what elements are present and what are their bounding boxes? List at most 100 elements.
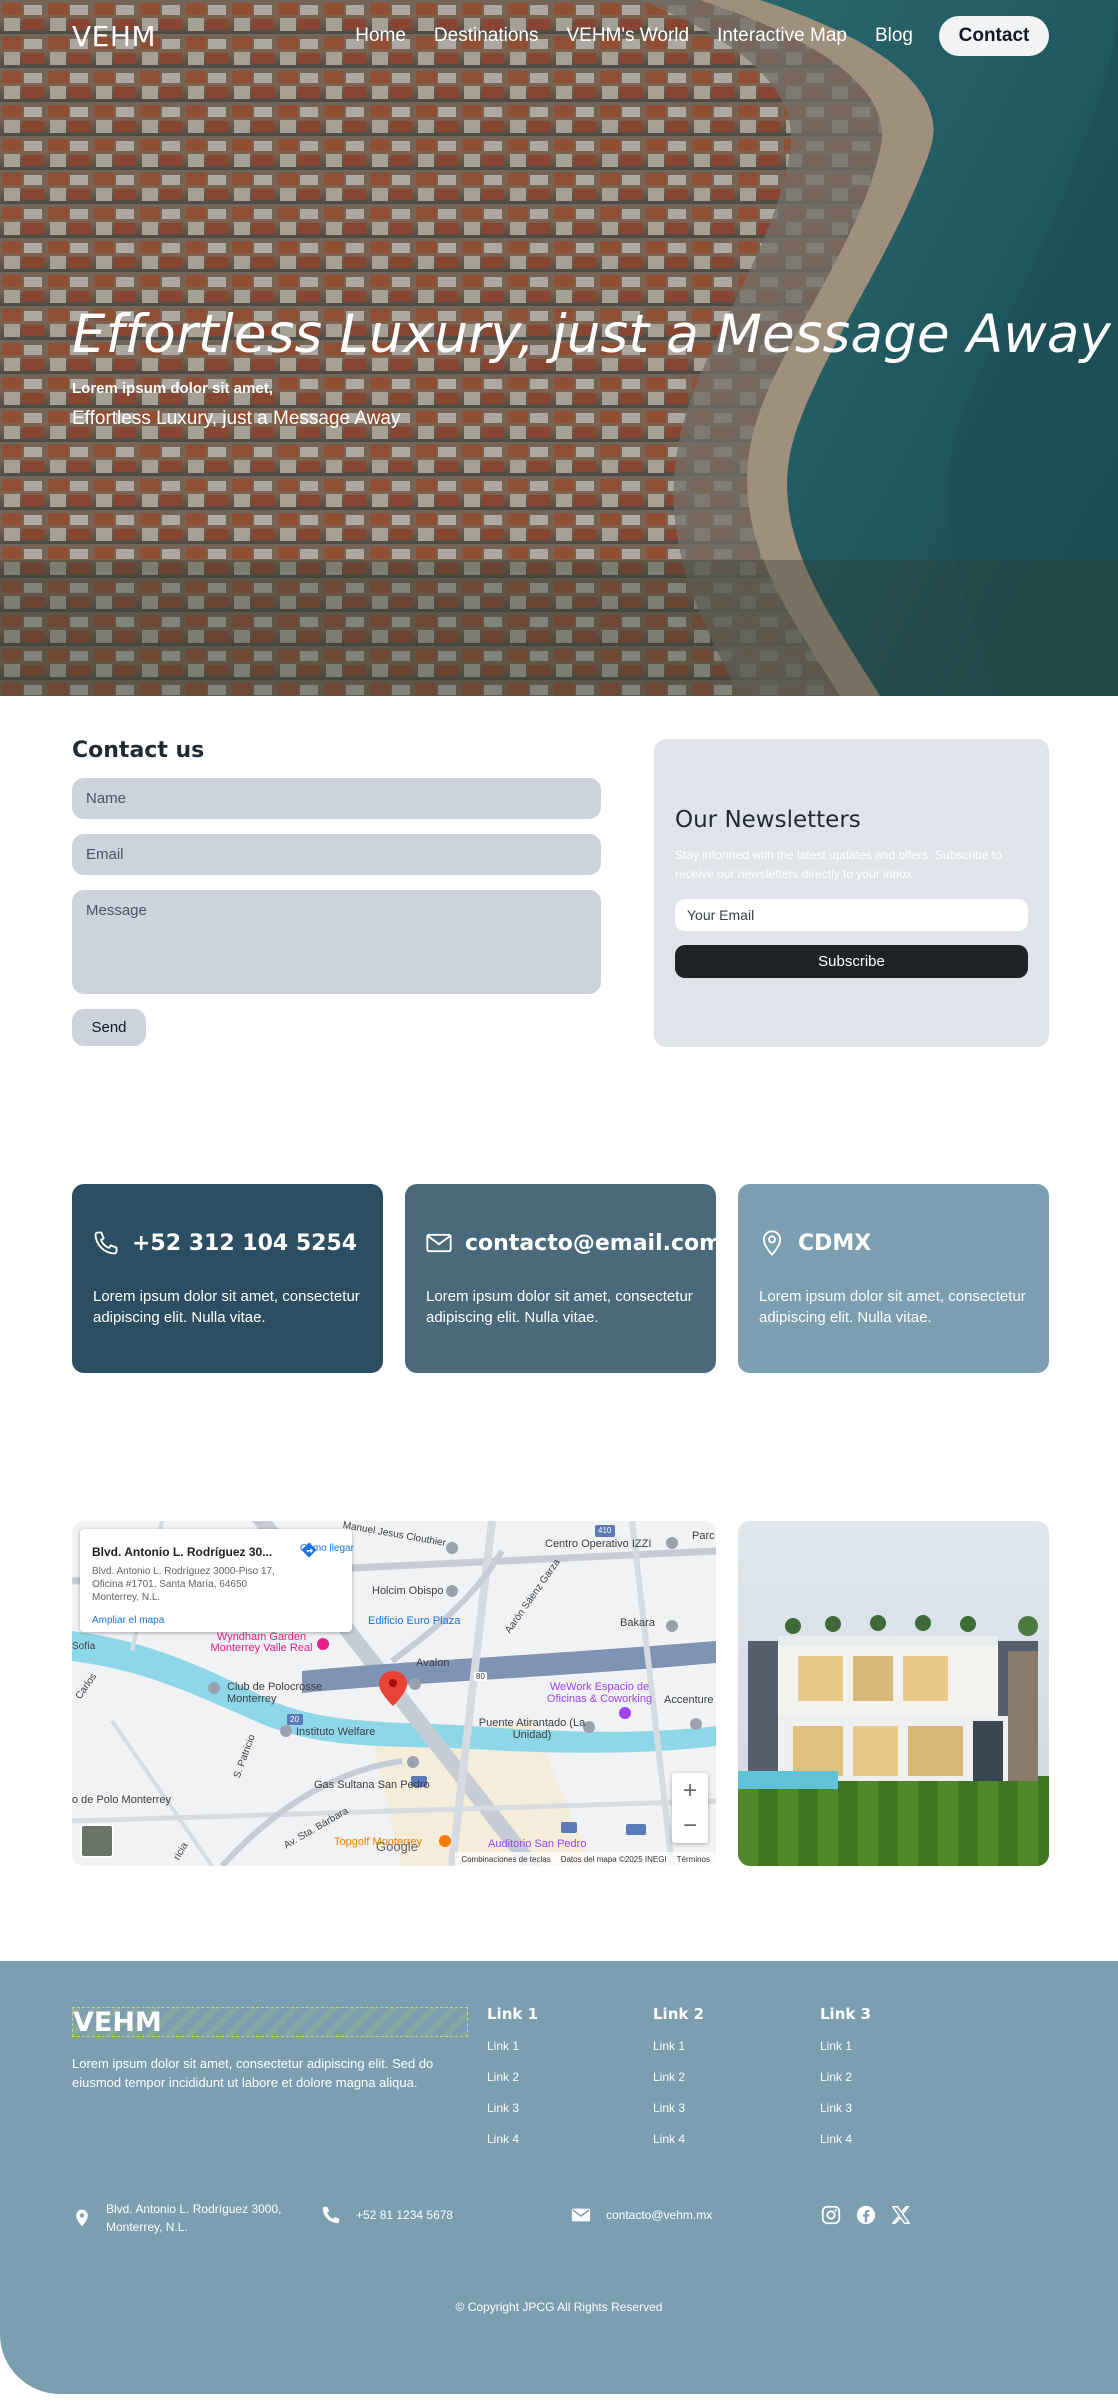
footer-address-text: Blvd. Antonio L. Rodríguez 3000, Monterr…: [106, 2202, 282, 2234]
map-label-bakara: Bakara: [620, 1617, 655, 1629]
footer-phone: +52 81 1234 5678: [320, 2204, 453, 2226]
footer-address: Blvd. Antonio L. Rodríguez 3000, Monterr…: [72, 2200, 302, 2236]
footer-link[interactable]: Link 1: [487, 2039, 538, 2053]
hero-subtitle-bold: Lorem ipsum dolor sit amet,: [72, 380, 273, 397]
send-button[interactable]: Send: [72, 1009, 146, 1046]
zoom-out-button[interactable]: −: [672, 1808, 708, 1843]
map-label-parc: Parc: [692, 1530, 715, 1542]
house-image: [738, 1521, 1049, 1866]
footer-description: Lorem ipsum dolor sit amet, consectetur …: [72, 2056, 434, 2090]
newsletter-panel: Our Newsletters Stay informed with the l…: [654, 739, 1049, 1047]
footer-column-2: Link 2 Link 1 Link 2 Link 3 Link 4: [653, 2005, 704, 2163]
nav-link-vehms-world[interactable]: VEHM's World: [566, 25, 689, 47]
map-shield-20: 20: [290, 1715, 299, 1724]
map-label-welfare: Instituto Welfare: [296, 1726, 376, 1738]
newsletter-description: Stay informed with the latest updates an…: [675, 848, 1002, 881]
phone-icon: [322, 2206, 340, 2224]
nav-link-blog[interactable]: Blog: [875, 25, 913, 47]
zoom-in-button[interactable]: +: [672, 1773, 708, 1808]
newsletter-title: Our Newsletters: [675, 807, 861, 833]
map-label-avalon: Avalon: [416, 1657, 450, 1669]
footer-link[interactable]: Link 2: [487, 2070, 538, 2084]
location-card-title: CDMX: [798, 1231, 872, 1256]
location-pin-icon: [762, 1230, 782, 1257]
footer-link[interactable]: Link 1: [820, 2039, 871, 2053]
directions-icon: [301, 1542, 317, 1558]
footer-link[interactable]: Link 2: [820, 2070, 871, 2084]
house-illustration: [738, 1521, 1049, 1866]
footer-logo[interactable]: VEHM: [72, 2007, 468, 2038]
mail-icon: [426, 1233, 452, 1253]
phone-icon: [94, 1231, 118, 1255]
footer-column-heading: Link 2: [653, 2005, 705, 2023]
phone-card: +52 312 104 5254 Lorem ipsum dolor sit a…: [72, 1184, 383, 1373]
google-logo: Google: [376, 1839, 418, 1854]
map-label-accenture: Accenture: [664, 1694, 714, 1706]
map-layer-toggle[interactable]: [80, 1824, 114, 1858]
footer-link[interactable]: Link 4: [487, 2132, 538, 2146]
nav-link-destinations[interactable]: Destinations: [434, 25, 539, 47]
footer-column-3: Link 3 Link 1 Link 2 Link 3 Link 4: [820, 2005, 871, 2163]
footer-phone-text[interactable]: +52 81 1234 5678: [356, 2206, 453, 2224]
location-pin-icon: [76, 2209, 88, 2227]
interactive-map[interactable]: Manuel Jesus Clouthier Centro Operativo …: [72, 1521, 716, 1866]
footer-link[interactable]: Link 3: [820, 2101, 871, 2115]
hero-section: VEHM Home Destinations VEHM's World Inte…: [0, 0, 1118, 696]
map-attribution: Combinaciones de teclas Datos del mapa ©…: [455, 1852, 716, 1866]
directions-button[interactable]: Cómo llegar: [300, 1541, 354, 1558]
site-footer: VEHM Lorem ipsum dolor sit amet, consect…: [0, 1961, 1118, 2394]
contact-form-title: Contact us: [72, 738, 205, 763]
footer-link[interactable]: Link 4: [820, 2132, 871, 2146]
map-zoom-controls: + −: [672, 1773, 708, 1843]
footer-email: contacto@vehm.mx: [570, 2204, 712, 2226]
name-field[interactable]: [72, 778, 601, 819]
location-card: CDMX Lorem ipsum dolor sit amet, consect…: [738, 1184, 1049, 1373]
map-terms-link[interactable]: Términos: [677, 1855, 710, 1864]
map-label-wyndham: Wyndham Garden Monterrey Valle Real: [210, 1631, 313, 1654]
map-shortcuts-link[interactable]: Combinaciones de teclas: [461, 1855, 550, 1864]
map-label-polocrosse: Club de Polocrosse Monterrey: [227, 1681, 323, 1705]
map-data-text: Datos del mapa ©2025 INEGI: [560, 1854, 667, 1864]
location-card-text: Lorem ipsum dolor sit amet, consectetur …: [759, 1288, 1026, 1326]
mail-icon: [571, 2208, 591, 2222]
footer-link[interactable]: Link 1: [653, 2039, 704, 2053]
site-logo[interactable]: VEHM: [72, 20, 156, 53]
map-label-sultana: Gas Sultana San Pedro: [314, 1779, 430, 1791]
top-navigation: VEHM Home Destinations VEHM's World Inte…: [72, 16, 1049, 56]
email-card-text: Lorem ipsum dolor sit amet, consectetur …: [426, 1288, 693, 1326]
phone-card-text: Lorem ipsum dolor sit amet, consectetur …: [93, 1288, 360, 1326]
instagram-icon[interactable]: [820, 2204, 842, 2226]
map-label-euro-plaza: Edificio Euro Plaza: [368, 1615, 461, 1627]
footer-link[interactable]: Link 3: [487, 2101, 538, 2115]
footer-logo-text: VEHM: [73, 2007, 162, 2038]
x-icon[interactable]: [890, 2204, 912, 2226]
contact-button[interactable]: Contact: [939, 16, 1049, 56]
email-card-title: contacto@email.com: [465, 1231, 723, 1256]
subscribe-button[interactable]: Subscribe: [675, 945, 1028, 978]
email-field[interactable]: [72, 834, 601, 875]
map-label-auditorio: Auditorio San Pedro: [488, 1838, 587, 1850]
nav-link-home[interactable]: Home: [355, 25, 406, 47]
footer-link[interactable]: Link 2: [653, 2070, 704, 2084]
map-label-wework: WeWork Espacio de Oficinas & Coworking: [546, 1681, 653, 1705]
map-place-address: Blvd. Antonio L. Rodríguez 3000-Piso 17,…: [92, 1566, 275, 1603]
footer-column-1: Link 1 Link 1 Link 2 Link 3 Link 4: [487, 2005, 538, 2163]
enlarge-map-link[interactable]: Ampliar el mapa: [92, 1615, 164, 1626]
map-shield-80: 80: [474, 1672, 487, 1681]
map-place-card: Blvd. Antonio L. Rodríguez 30... Blvd. A…: [80, 1529, 354, 1632]
nav-links: Home Destinations VEHM's World Interacti…: [327, 16, 1049, 56]
hero-title: Effortless Luxury, just a Message Away: [72, 304, 1112, 365]
map-label-holcim: Holcim Obispo: [372, 1585, 444, 1597]
message-field[interactable]: [72, 890, 601, 994]
footer-link[interactable]: Link 4: [653, 2132, 704, 2146]
map-shield-410: 410: [598, 1526, 612, 1535]
phone-card-title: +52 312 104 5254: [132, 1231, 358, 1256]
footer-link[interactable]: Link 3: [653, 2101, 704, 2115]
newsletter-email-input[interactable]: [675, 899, 1028, 931]
facebook-icon[interactable]: [855, 2204, 877, 2226]
map-label-puente: Puente Atirantado (La Unidad): [478, 1717, 586, 1741]
footer-column-heading: Link 3: [820, 2005, 872, 2023]
nav-link-interactive-map[interactable]: Interactive Map: [717, 25, 847, 47]
map-label-sofia: Sofía: [72, 1641, 96, 1652]
footer-email-text[interactable]: contacto@vehm.mx: [606, 2206, 712, 2224]
